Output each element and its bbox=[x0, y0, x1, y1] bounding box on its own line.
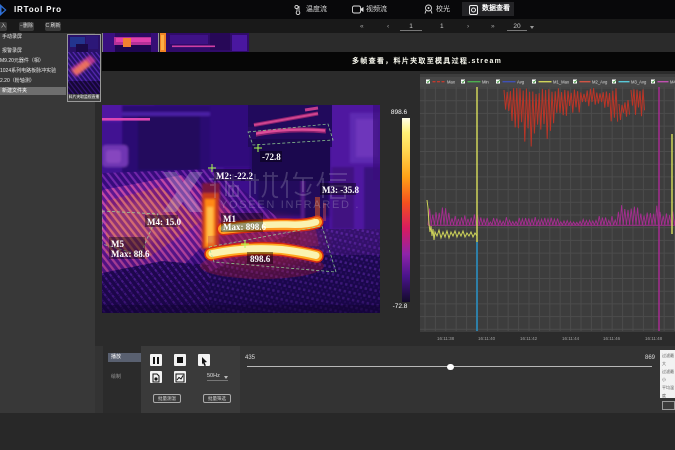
svg-text:M5: M5 bbox=[111, 239, 124, 249]
svg-text:Max: 88.6: Max: 88.6 bbox=[111, 249, 150, 259]
svg-text:M2: -22.2: M2: -22.2 bbox=[216, 171, 253, 181]
svg-text:-72.8: -72.8 bbox=[262, 152, 281, 162]
svg-text:M2_Avg: M2_Avg bbox=[592, 79, 608, 84]
svg-text:M1_Max: M1_Max bbox=[553, 79, 570, 84]
svg-text:M3: -35.8: M3: -35.8 bbox=[322, 185, 359, 195]
svg-text:Avg: Avg bbox=[517, 79, 525, 84]
svg-text:898.6: 898.6 bbox=[250, 254, 271, 264]
svg-text:Max: 898.6: Max: 898.6 bbox=[223, 222, 266, 232]
svg-text:YOSEEN INFRARED .: YOSEEN INFRARED . bbox=[220, 199, 360, 211]
svg-text:Min: Min bbox=[482, 79, 489, 84]
svg-text:Max: Max bbox=[447, 79, 456, 84]
svg-text:M4: M4 bbox=[670, 79, 675, 84]
svg-text:M4: 15.0: M4: 15.0 bbox=[147, 217, 181, 227]
svg-text:M3_Avg: M3_Avg bbox=[631, 79, 647, 84]
